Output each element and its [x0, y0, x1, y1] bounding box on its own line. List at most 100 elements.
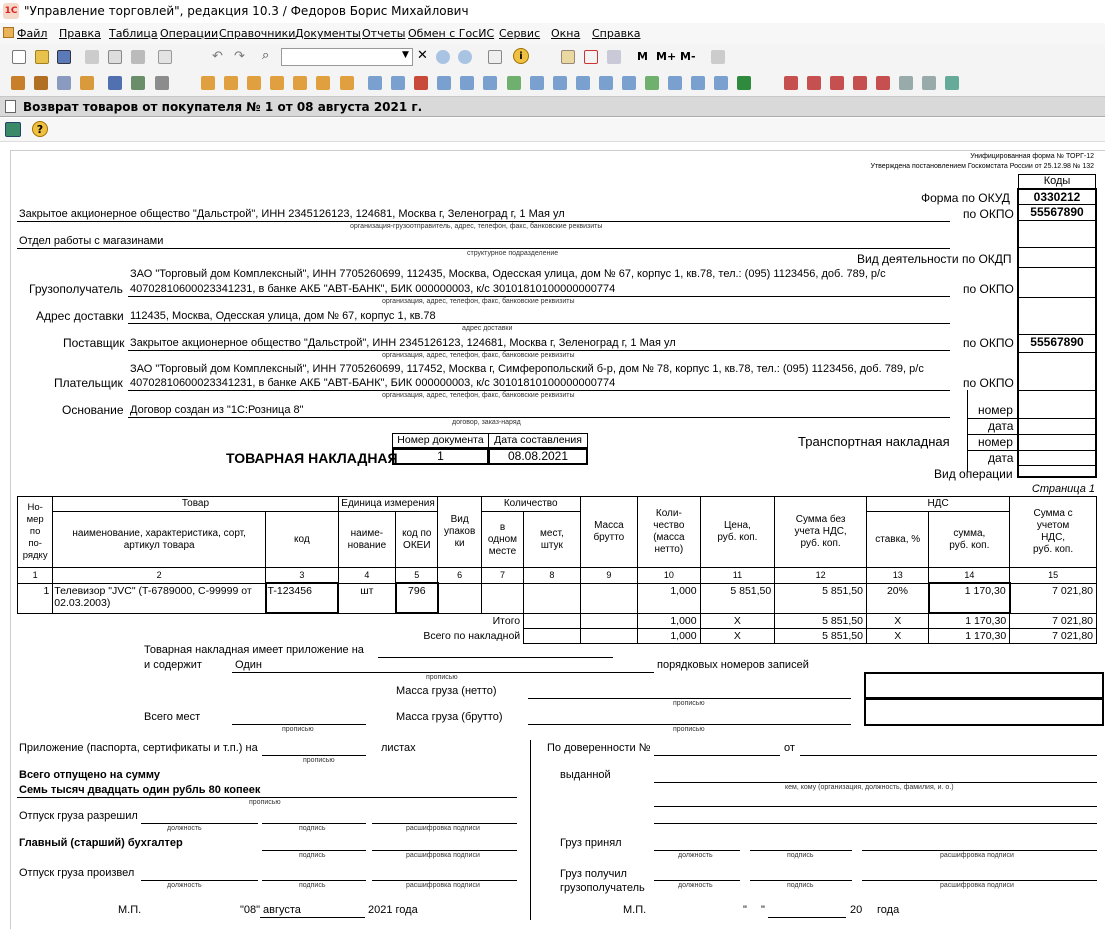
mp-label: М.П. — [118, 904, 142, 916]
find-next-icon[interactable] — [436, 50, 450, 64]
receipt6-icon[interactable] — [483, 76, 497, 90]
menu-item-reports[interactable]: Отчеты — [362, 27, 405, 40]
functions-toolbar — [0, 70, 1105, 97]
receipt8-icon[interactable] — [530, 76, 544, 90]
receipt11-icon[interactable] — [599, 76, 613, 90]
receipt15-icon[interactable] — [691, 76, 705, 90]
contractors-icon[interactable] — [34, 76, 48, 90]
report3-icon[interactable] — [830, 76, 844, 90]
order4-icon[interactable] — [270, 76, 284, 90]
report6-icon[interactable] — [899, 76, 913, 90]
cut-icon[interactable] — [85, 50, 99, 64]
menu-item-gosis[interactable]: Обмен с ГосИС — [408, 27, 494, 40]
basis-line — [128, 417, 950, 418]
find-prev-icon[interactable] — [458, 50, 472, 64]
receipt16-icon[interactable] — [714, 76, 728, 90]
prices-icon[interactable] — [80, 76, 94, 90]
receipt9-icon[interactable] — [553, 76, 567, 90]
goda-label: года — [877, 904, 900, 916]
report8-icon[interactable] — [945, 76, 959, 90]
redo-icon[interactable]: ↷ — [234, 49, 245, 64]
receipt14-icon[interactable] — [668, 76, 682, 90]
receipt10-icon[interactable] — [576, 76, 590, 90]
paste-icon[interactable] — [131, 50, 145, 64]
nomer2-label: номер — [978, 435, 1013, 449]
structure-icon[interactable] — [131, 76, 145, 90]
order2-icon[interactable] — [224, 76, 238, 90]
search-icon[interactable]: ⌕ — [262, 48, 269, 63]
tools-icon[interactable] — [711, 50, 725, 64]
open-folder-icon[interactable] — [35, 50, 49, 64]
clear-search-icon[interactable]: ✕ — [417, 48, 428, 63]
okpo1-value: 55567890 — [1019, 205, 1095, 221]
podpis2-caption: подпись — [299, 852, 326, 859]
users-icon[interactable] — [607, 50, 621, 64]
dolzh4-caption: должность — [678, 852, 713, 859]
itogo-qty: 1,000 — [637, 612, 701, 629]
search-input[interactable] — [281, 48, 413, 66]
memory-m-button[interactable]: M — [637, 50, 648, 63]
info-icon[interactable]: i — [513, 48, 529, 64]
col-num: 1 — [16, 567, 54, 584]
dropdown-arrow-icon[interactable]: ▼ — [402, 50, 409, 60]
receipt4-icon[interactable] — [437, 76, 451, 90]
menu-item-documents[interactable]: Документы — [295, 27, 361, 40]
menu-item-references[interactable]: Справочники — [219, 27, 295, 40]
report-icon[interactable] — [784, 76, 798, 90]
undo-icon[interactable]: ↶ — [212, 49, 223, 64]
delete-icon[interactable] — [158, 50, 172, 64]
report4-icon[interactable] — [853, 76, 867, 90]
menu-item-service[interactable]: Сервис — [499, 27, 540, 40]
ot-label: от — [784, 742, 795, 754]
staff-icon[interactable] — [108, 76, 122, 90]
receipt12-icon[interactable] — [622, 76, 636, 90]
report5-icon[interactable] — [876, 76, 890, 90]
menu-item-windows[interactable]: Окна — [551, 27, 580, 40]
col-num: 8 — [523, 567, 581, 584]
new-document-icon[interactable] — [12, 50, 26, 64]
supplier-caption: организация, адрес, телефон, факс, банко… — [382, 352, 575, 359]
order-icon[interactable] — [201, 76, 215, 90]
signature-icon[interactable] — [155, 76, 169, 90]
menu-bar: Файл Правка Таблица Операции Справочники… — [0, 23, 1105, 44]
order7-icon[interactable] — [340, 76, 354, 90]
save-icon[interactable] — [57, 50, 71, 64]
menu-item-file[interactable]: Файл — [17, 27, 47, 40]
receipt13-icon[interactable] — [645, 76, 659, 90]
memory-minus-button[interactable]: M- — [680, 50, 696, 63]
receipt-icon[interactable] — [368, 76, 382, 90]
page-label: Страница 1 — [1031, 483, 1095, 495]
order5-icon[interactable] — [293, 76, 307, 90]
camera-icon[interactable] — [5, 122, 21, 137]
supplier-label: Поставщик — [63, 336, 125, 350]
menu-item-edit[interactable]: Правка — [59, 27, 101, 40]
order3-icon[interactable] — [247, 76, 261, 90]
otpusk-proizv-line1 — [141, 880, 258, 881]
receipt3-icon[interactable] — [414, 76, 428, 90]
catalog-icon[interactable] — [11, 76, 25, 90]
listah-label: листах — [381, 742, 416, 754]
report7-icon[interactable] — [922, 76, 936, 90]
calculator-icon[interactable] — [561, 50, 575, 64]
excel-icon[interactable] — [737, 76, 751, 90]
window-icon[interactable] — [488, 50, 502, 64]
receipt5-icon[interactable] — [460, 76, 474, 90]
rassh5-caption: расшифровка подписи — [940, 882, 1014, 889]
menu-item-operations[interactable]: Операции — [160, 27, 218, 40]
goods-icon[interactable] — [57, 76, 71, 90]
report2-icon[interactable] — [807, 76, 821, 90]
copy-icon[interactable] — [108, 50, 122, 64]
menu-item-table[interactable]: Таблица — [109, 27, 158, 40]
glav-buh-label: Главный (старший) бухгалтер — [19, 837, 183, 849]
menu-item-help[interactable]: Справка — [592, 27, 640, 40]
quote1: " — [743, 904, 747, 916]
memory-plus-button[interactable]: M+ — [656, 50, 676, 63]
calendar-icon[interactable] — [584, 50, 598, 64]
help-icon[interactable]: ? — [32, 121, 48, 137]
gruz-prinyal-line1 — [654, 850, 740, 851]
receipt7-icon[interactable] — [507, 76, 521, 90]
receipt2-icon[interactable] — [391, 76, 405, 90]
unit-text: Отдел работы с магазинами — [19, 235, 164, 247]
okpo4-label: по ОКПО — [963, 376, 1014, 390]
order6-icon[interactable] — [316, 76, 330, 90]
